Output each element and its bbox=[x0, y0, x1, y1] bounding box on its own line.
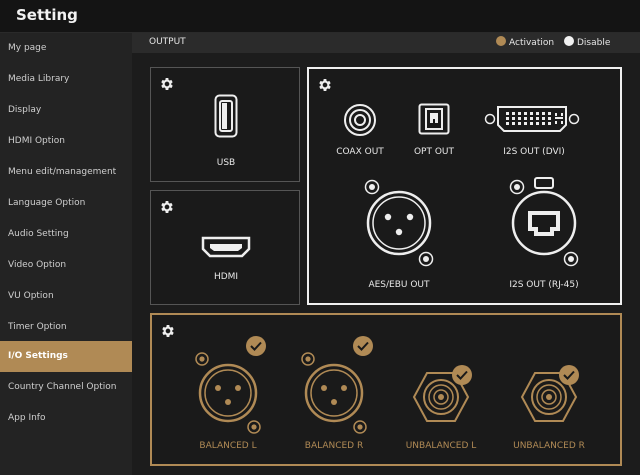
coax-out-label: COAX OUT bbox=[336, 147, 384, 157]
gear-icon[interactable] bbox=[159, 199, 175, 215]
checkmark-icon bbox=[353, 336, 373, 356]
disable-dot-icon bbox=[564, 36, 574, 46]
gear-icon[interactable] bbox=[317, 77, 333, 93]
balanced-l-label: BALANCED L bbox=[199, 441, 257, 451]
sidebar-item-app-info[interactable]: App Info bbox=[0, 403, 132, 434]
app-header: Setting bbox=[0, 0, 640, 33]
sidebar-item-media-library[interactable]: Media Library bbox=[0, 64, 132, 95]
output-header-bar: OUTPUT Activation Disable bbox=[132, 33, 640, 53]
activation-dot-icon bbox=[496, 36, 506, 46]
sidebar-item-timer-option[interactable]: Timer Option bbox=[0, 312, 132, 343]
checkmark-icon bbox=[246, 336, 266, 356]
sidebar-item-video-option[interactable]: Video Option bbox=[0, 250, 132, 281]
checkmark-icon bbox=[452, 365, 472, 385]
legend-disable-label: Disable bbox=[577, 38, 611, 48]
legend-disable: Disable bbox=[564, 36, 610, 50]
aes-ebu-label: AES/EBU OUT bbox=[368, 280, 430, 290]
usb-port-icon bbox=[214, 94, 238, 138]
digital-output-panel[interactable]: COAX OUT OPT OUT I2S OUT (DVI) AES/EBU O… bbox=[307, 67, 622, 305]
rj45-port-icon bbox=[509, 177, 579, 267]
legend-activation-label: Activation bbox=[509, 38, 555, 48]
sidebar-item-my-page[interactable]: My page bbox=[0, 33, 132, 64]
optical-port-icon bbox=[418, 103, 450, 135]
sidebar-item-display[interactable]: Display bbox=[0, 95, 132, 126]
sidebar-item-io-settings[interactable]: I/O Settings bbox=[0, 341, 132, 372]
gear-icon[interactable] bbox=[160, 323, 176, 339]
main-content: OUTPUT Activation Disable USB HDMI COAX … bbox=[132, 33, 640, 475]
i2s-rj45-label: I2S OUT (RJ-45) bbox=[509, 280, 579, 290]
gear-icon[interactable] bbox=[159, 76, 175, 92]
hdmi-panel[interactable]: HDMI bbox=[150, 190, 300, 305]
hdmi-label: HDMI bbox=[213, 272, 239, 282]
sidebar-item-country-channel[interactable]: Country Channel Option bbox=[0, 372, 132, 403]
xlr-jack-icon bbox=[195, 352, 261, 434]
dvi-port-icon bbox=[484, 106, 580, 132]
sidebar-item-vu-option[interactable]: VU Option bbox=[0, 281, 132, 312]
sidebar-item-audio-setting[interactable]: Audio Setting bbox=[0, 219, 132, 250]
sidebar-item-language-option[interactable]: Language Option bbox=[0, 188, 132, 219]
page-title: Setting bbox=[16, 6, 78, 24]
output-label: OUTPUT bbox=[149, 37, 186, 47]
coax-jack-icon bbox=[344, 104, 376, 136]
legend-activation: Activation bbox=[496, 36, 554, 50]
xlr-jack-icon bbox=[301, 352, 367, 434]
unbalanced-r-label: UNBALANCED R bbox=[513, 441, 585, 451]
i2s-dvi-label: I2S OUT (DVI) bbox=[503, 147, 565, 157]
balanced-r-label: BALANCED R bbox=[304, 441, 364, 451]
usb-label: USB bbox=[216, 158, 236, 168]
analog-output-panel[interactable]: BALANCED L BALANCED R UNBALANCED L UNBAL… bbox=[150, 313, 622, 466]
unbalanced-l-label: UNBALANCED L bbox=[405, 441, 477, 451]
sidebar: My page Media Library Display HDMI Optio… bbox=[0, 33, 132, 475]
hdmi-port-icon bbox=[201, 236, 251, 258]
checkmark-icon bbox=[559, 365, 579, 385]
xlr-jack-icon bbox=[364, 179, 434, 267]
sidebar-item-hdmi-option[interactable]: HDMI Option bbox=[0, 126, 132, 157]
opt-out-label: OPT OUT bbox=[413, 147, 455, 157]
sidebar-item-menu-edit[interactable]: Menu edit/management bbox=[0, 157, 132, 188]
usb-panel[interactable]: USB bbox=[150, 67, 300, 182]
